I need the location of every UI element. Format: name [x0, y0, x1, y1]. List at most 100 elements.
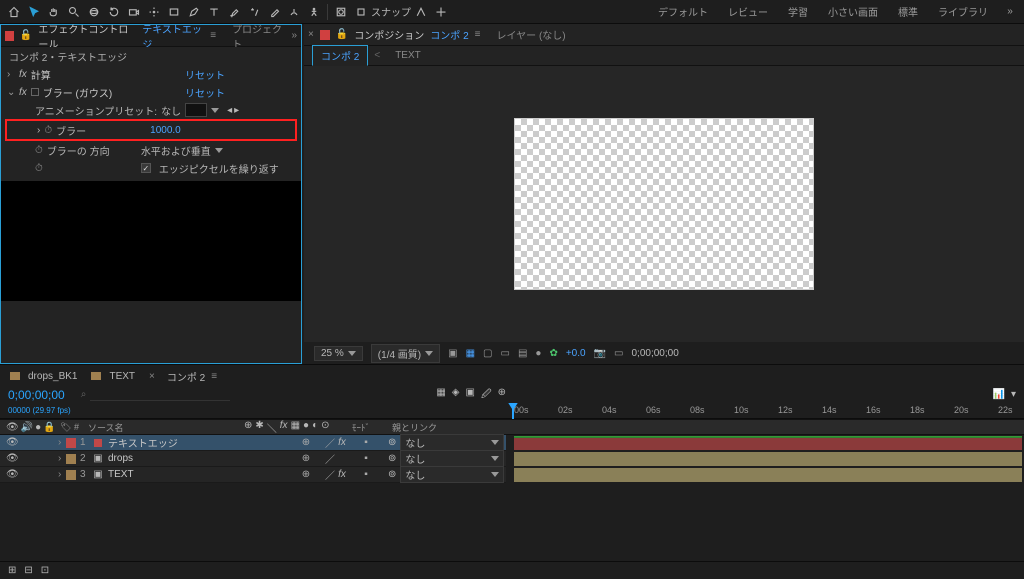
mask-mode-icon[interactable]: [331, 2, 351, 22]
col-mode[interactable]: ﾓｰﾄﾞ: [348, 421, 388, 434]
workspace-more-icon[interactable]: »: [1000, 2, 1020, 22]
snap-extra-icon[interactable]: [431, 2, 451, 22]
channel-icon[interactable]: ●: [535, 348, 541, 359]
layer-bar[interactable]: [514, 452, 1022, 466]
workspace-review[interactable]: レビュー: [720, 2, 776, 21]
eraser-tool-icon[interactable]: [264, 2, 284, 22]
tl-menu-icon[interactable]: ▾: [1011, 389, 1016, 400]
repeat-edge-checkbox[interactable]: ✓: [141, 163, 151, 173]
guides-icon[interactable]: ▤: [518, 348, 527, 359]
color-mgmt-icon[interactable]: ✿: [549, 348, 557, 359]
viewer-subtab-text[interactable]: TEXT: [386, 47, 430, 64]
layer-row[interactable]: 👁 › 2 ▣ drops ⊕／▪ ⊚なし: [0, 451, 506, 467]
tl-icon-5[interactable]: ⊕: [498, 387, 506, 404]
footer-toggle-3[interactable]: ⊡: [41, 565, 49, 576]
text-tool-icon[interactable]: [204, 2, 224, 22]
pen-tool-icon[interactable]: [184, 2, 204, 22]
time-ruler[interactable]: 00s 02s 04s 06s 08s 10s 12s 14s 16s 18s …: [506, 403, 1024, 419]
region-icon[interactable]: ▭: [501, 348, 510, 359]
fast-preview-icon[interactable]: ▣: [448, 348, 457, 359]
zoom-dropdown[interactable]: 25 %: [314, 346, 363, 361]
parent-dropdown[interactable]: なし: [400, 434, 504, 451]
video-toggle-icon[interactable]: 👁: [6, 453, 19, 464]
blur-direction-value[interactable]: 水平および垂直: [141, 143, 211, 158]
pickwhip-icon[interactable]: ⊚: [388, 453, 396, 464]
lock-icon[interactable]: 🔓: [20, 30, 32, 41]
hand-tool-icon[interactable]: [44, 2, 64, 22]
col-parent[interactable]: 親とリンク: [388, 421, 1024, 434]
rect-tool-icon[interactable]: [164, 2, 184, 22]
chevron-down-icon[interactable]: [211, 108, 219, 113]
ec-tab-label[interactable]: エフェクトコントロール: [38, 21, 136, 51]
project-tab[interactable]: プロジェクト: [232, 21, 285, 51]
lock-icon[interactable]: 🔓: [336, 29, 348, 40]
fx-toggle-icon[interactable]: [31, 88, 39, 96]
pickwhip-icon[interactable]: ⊚: [388, 437, 396, 448]
workspace-standard[interactable]: 標準: [890, 2, 926, 21]
workspace-learn[interactable]: 学習: [780, 2, 816, 21]
blur-amount-row[interactable]: › ⏱ ブラー 1000.0: [7, 121, 295, 139]
workspace-library[interactable]: ライブラリ: [930, 2, 996, 21]
panel-menu-icon[interactable]: »: [291, 30, 297, 41]
timeline-tab-dropsbk1[interactable]: drops_BK1: [10, 371, 77, 382]
workspace-small[interactable]: 小さい画面: [820, 2, 886, 21]
snap-toggle-icon[interactable]: [351, 2, 371, 22]
fx-row-blur[interactable]: ⌄ fx ブラー (ガウス) リセット: [1, 83, 301, 101]
layer-row[interactable]: 👁 › 3 ▣ TEXT ⊕／fx▪ ⊚なし: [0, 467, 506, 483]
exposure-value[interactable]: +0.0: [566, 348, 586, 359]
layer-tab[interactable]: レイヤー (なし): [496, 27, 565, 42]
label-color-swatch[interactable]: [66, 454, 76, 464]
orbit-tool-icon[interactable]: [84, 2, 104, 22]
video-toggle-icon[interactable]: 👁: [6, 422, 19, 433]
fx1-reset[interactable]: リセット: [185, 67, 225, 82]
tl-icon-3[interactable]: ▣: [465, 387, 474, 404]
preset-value[interactable]: なし: [161, 103, 181, 118]
preset-swatch[interactable]: [185, 103, 207, 117]
tl-icon-4[interactable]: 🖉: [481, 387, 492, 404]
timeline-tab-text[interactable]: TEXT: [91, 371, 135, 382]
viewer-tab-comp[interactable]: コンポ 2: [430, 27, 468, 42]
timeline-tab-comp2[interactable]: ×コンポ 2≡: [149, 369, 217, 384]
label-color-swatch[interactable]: [66, 470, 76, 480]
preset-next-icon[interactable]: ▸: [234, 105, 239, 116]
rotate-tool-icon[interactable]: [104, 2, 124, 22]
video-toggle-icon[interactable]: 👁: [6, 469, 19, 480]
chevron-down-icon[interactable]: [215, 148, 223, 153]
resolution-dropdown[interactable]: (1/4 画質): [371, 344, 440, 363]
solo-toggle-icon[interactable]: ●: [35, 422, 41, 433]
parent-dropdown[interactable]: なし: [400, 450, 504, 467]
layer-bar[interactable]: [514, 468, 1022, 482]
viewer-canvas[interactable]: [304, 66, 1024, 342]
tl-icon-1[interactable]: ▦: [436, 387, 445, 404]
search-input[interactable]: [90, 389, 230, 401]
graph-editor-icon[interactable]: 📊: [993, 389, 1005, 400]
parent-dropdown[interactable]: なし: [400, 466, 504, 483]
audio-toggle-icon[interactable]: 🔊: [21, 422, 33, 433]
fx-row-calculation[interactable]: › fx 計算 リセット: [1, 65, 301, 83]
footer-toggle-2[interactable]: ⊟: [24, 565, 32, 576]
timeline-timecode[interactable]: 0;00;00;00: [8, 388, 65, 402]
viewer-subtab-comp[interactable]: コンポ 2: [312, 45, 368, 66]
video-toggle-icon[interactable]: 👁: [6, 437, 19, 448]
camera-tool-icon[interactable]: [124, 2, 144, 22]
viewer-timecode[interactable]: 0;00;00;00: [632, 348, 679, 359]
preset-prev-icon[interactable]: ◂: [227, 105, 232, 116]
snapshot-icon[interactable]: 📷: [594, 348, 606, 359]
label-color-swatch[interactable]: [66, 438, 76, 448]
lock-toggle-icon[interactable]: 🔒: [43, 422, 55, 433]
ec-tab-layer[interactable]: テキストエッジ: [142, 21, 204, 51]
clone-tool-icon[interactable]: [244, 2, 264, 22]
layer-bar[interactable]: [514, 436, 1022, 450]
puppet-tool-icon[interactable]: [304, 2, 324, 22]
snap-label[interactable]: スナップ: [371, 4, 411, 19]
transparency-grid-icon[interactable]: ▦: [466, 348, 475, 359]
stopwatch-icon[interactable]: ⏱: [35, 145, 43, 156]
home-icon[interactable]: [4, 2, 24, 22]
layer-row[interactable]: 👁 › 1 テキストエッジ ⊕／fx▪ ⊚なし: [0, 435, 506, 451]
close-tab-icon[interactable]: ×: [308, 29, 314, 40]
zoom-tool-icon[interactable]: [64, 2, 84, 22]
footer-toggle-1[interactable]: ⊞: [8, 565, 16, 576]
selection-tool-icon[interactable]: [24, 2, 44, 22]
timeline-search[interactable]: ⌕: [73, 389, 429, 401]
fx2-reset[interactable]: リセット: [185, 85, 225, 100]
